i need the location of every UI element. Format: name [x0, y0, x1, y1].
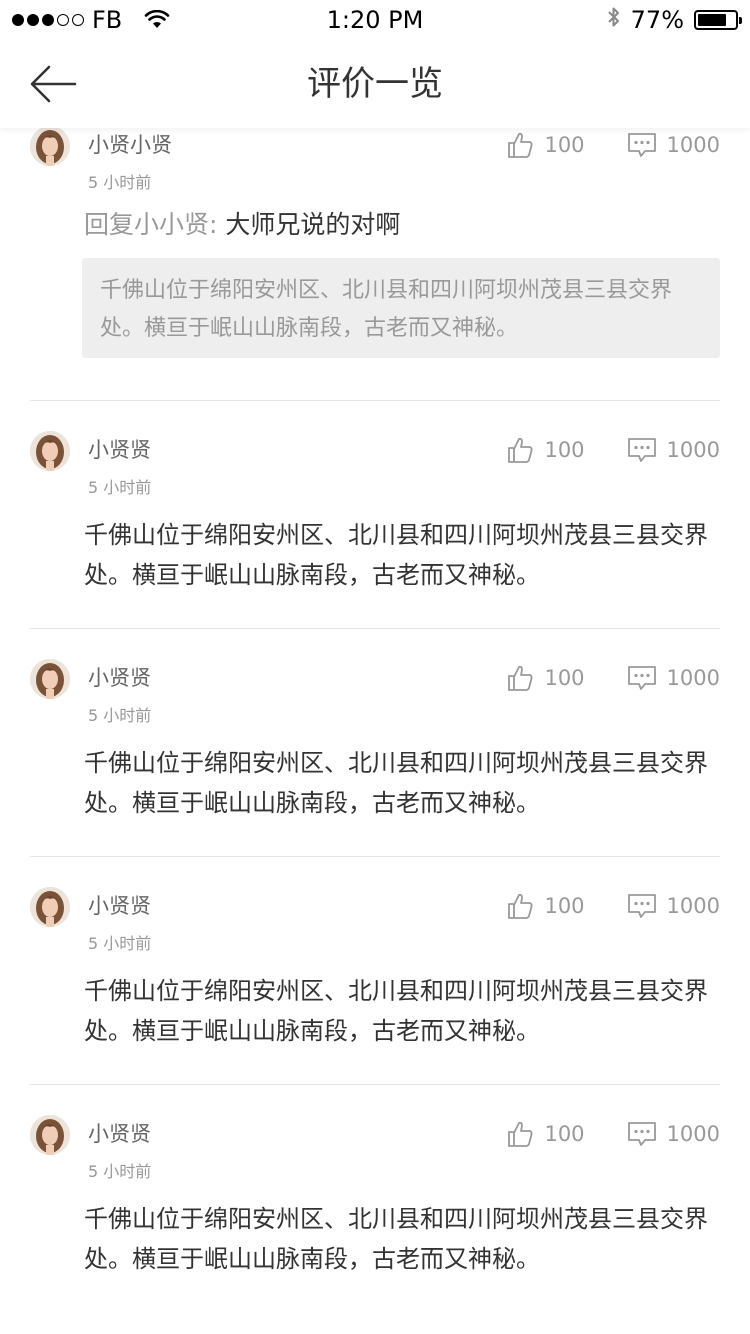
comment-text: 千佛山位于绵阳安州区、北川县和四川阿坝州茂县三县交界处。横亘于岷山山脉南段，古老… — [84, 977, 708, 1045]
comment-item: 小贤贤 100 1000 5 小时前 千佛山位于绵阳安州区、北川县和四川阿坝州茂… — [30, 1115, 720, 1285]
time-ago: 5 小时前 — [88, 478, 152, 497]
avatar[interactable] — [30, 659, 70, 699]
divider — [30, 1084, 720, 1085]
comment-bubble-icon — [627, 894, 656, 918]
comment-item: 小贤贤 100 1000 5 小时前 千佛山位于绵阳安州区、北川县和四川阿坝州茂… — [30, 887, 720, 1057]
reply-button[interactable]: 1000 — [627, 436, 720, 464]
divider — [30, 856, 720, 857]
user-name[interactable]: 小贤贤 — [88, 1119, 151, 1149]
like-button[interactable]: 100 — [506, 664, 585, 692]
reply-count: 1000 — [666, 133, 720, 157]
like-button[interactable]: 100 — [506, 436, 585, 464]
avatar[interactable] — [30, 887, 70, 927]
like-count: 100 — [544, 1122, 585, 1146]
like-count: 100 — [544, 438, 585, 462]
reply-prefix[interactable]: 回复小小贤: — [84, 210, 217, 239]
avatar[interactable] — [30, 1115, 70, 1155]
bluetooth-icon — [607, 5, 621, 35]
quoted-comment[interactable]: 千佛山位于绵阳安州区、北川县和四川阿坝州茂县三县交界处。横亘于岷山山脉南段，古老… — [82, 258, 720, 358]
battery-icon — [694, 10, 742, 30]
comment-bubble-icon — [627, 438, 656, 462]
reply-button[interactable]: 1000 — [627, 1120, 720, 1148]
like-count: 100 — [544, 666, 585, 690]
status-bar: FB 1:20 PM 77% — [0, 0, 750, 40]
battery-percent: 77% — [630, 6, 684, 34]
comment-stats: 100 1000 — [506, 433, 720, 467]
reply-count: 1000 — [666, 666, 720, 690]
reply-count: 1000 — [666, 894, 720, 918]
thumbs-up-icon — [508, 1121, 533, 1147]
comment-text: 千佛山位于绵阳安州区、北川县和四川阿坝州茂县三县交界处。横亘于岷山山脉南段，古老… — [84, 521, 708, 589]
thumbs-up-icon — [508, 132, 533, 158]
user-name[interactable]: 小贤贤 — [88, 891, 151, 921]
time-ago: 5 小时前 — [88, 934, 152, 953]
reply-count: 1000 — [666, 1122, 720, 1146]
user-name[interactable]: 小贤贤 — [88, 663, 151, 693]
user-name[interactable]: 小贤小贤 — [88, 130, 172, 160]
comment-stats: 100 1000 — [506, 128, 720, 162]
comment-item: 小贤小贤 100 1000 5 小时前 回复小小贤: 大师兄说的对啊 千佛山位于… — [30, 126, 720, 366]
avatar[interactable] — [30, 431, 70, 471]
like-button[interactable]: 100 — [506, 1120, 585, 1148]
reply-text: 大师兄说的对啊 — [225, 210, 401, 239]
thumbs-up-icon — [508, 437, 533, 463]
thumbs-up-icon — [508, 665, 533, 691]
comment-stats: 100 1000 — [506, 661, 720, 695]
comment-bubble-icon — [627, 1122, 656, 1146]
thumbs-up-icon — [508, 893, 533, 919]
reply-count: 1000 — [666, 438, 720, 462]
reply-line: 回复小小贤: 大师兄说的对啊 — [84, 208, 400, 242]
avatar[interactable] — [30, 126, 70, 166]
comment-item: 小贤贤 100 1000 5 小时前 千佛山位于绵阳安州区、北川县和四川阿坝州茂… — [30, 659, 720, 829]
status-right: 77% — [607, 5, 742, 35]
comment-text: 千佛山位于绵阳安州区、北川县和四川阿坝州茂县三县交界处。横亘于岷山山脉南段，古老… — [84, 1205, 708, 1273]
time-ago: 5 小时前 — [88, 1162, 152, 1181]
time-ago: 5 小时前 — [88, 173, 152, 192]
time-ago: 5 小时前 — [88, 706, 152, 725]
like-button[interactable]: 100 — [506, 892, 585, 920]
comment-item: 小贤贤 100 1000 5 小时前 千佛山位于绵阳安州区、北川县和四川阿坝州茂… — [30, 431, 720, 601]
user-name[interactable]: 小贤贤 — [88, 435, 151, 465]
comment-stats: 100 1000 — [506, 1117, 720, 1151]
comment-bubble-icon — [627, 666, 656, 690]
battery-level — [698, 14, 726, 26]
nav-bar: 评价一览 — [0, 40, 750, 128]
like-button[interactable]: 100 — [506, 131, 585, 159]
comment-text: 千佛山位于绵阳安州区、北川县和四川阿坝州茂县三县交界处。横亘于岷山山脉南段，古老… — [84, 749, 708, 817]
like-count: 100 — [544, 133, 585, 157]
comment-stats: 100 1000 — [506, 889, 720, 923]
page-title: 评价一览 — [307, 64, 443, 104]
divider — [30, 628, 720, 629]
reply-button[interactable]: 1000 — [627, 892, 720, 920]
reply-button[interactable]: 1000 — [627, 664, 720, 692]
divider — [30, 400, 720, 401]
like-count: 100 — [544, 894, 585, 918]
reply-button[interactable]: 1000 — [627, 131, 720, 159]
comment-bubble-icon — [627, 133, 656, 157]
